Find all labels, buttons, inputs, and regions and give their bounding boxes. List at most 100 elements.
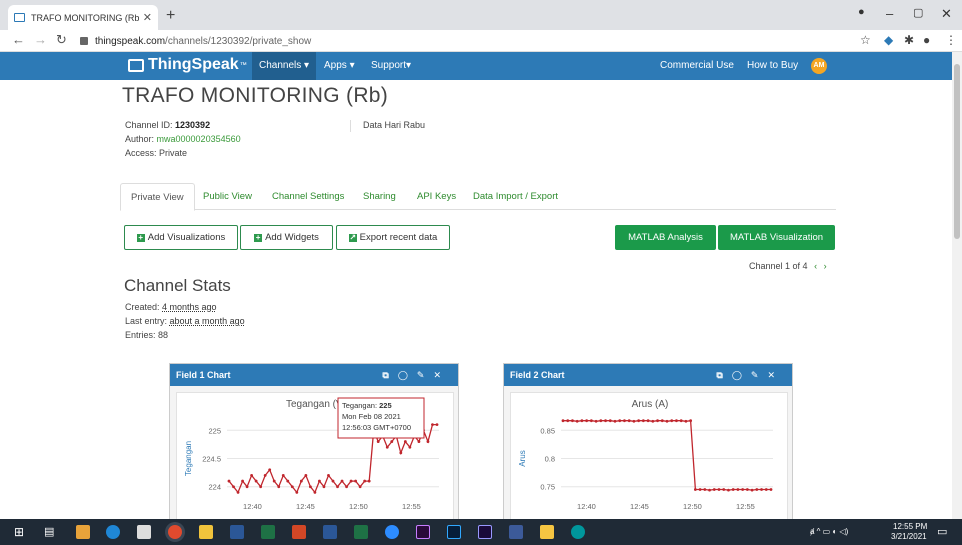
zoom-icon[interactable] (385, 525, 399, 539)
nav-commercial-use[interactable]: Commercial Use (653, 52, 741, 80)
nav-channels[interactable]: Channels ▾ (252, 52, 317, 80)
excel-icon[interactable] (261, 525, 275, 539)
y-tick-label: 224.5 (202, 455, 221, 464)
data-point (281, 474, 285, 477)
powerpoint-icon[interactable] (292, 525, 306, 539)
profile-icon[interactable]: ● (858, 6, 865, 18)
series-line (563, 419, 771, 491)
prev-channel-icon[interactable]: ‹ (814, 261, 817, 271)
data-point (376, 440, 380, 443)
store-icon[interactable] (76, 525, 90, 539)
close-tab-icon[interactable]: ✕ (143, 11, 152, 24)
tab-channel-settings[interactable]: Channel Settings (262, 183, 354, 210)
data-point (254, 479, 258, 483)
photoshop-icon[interactable] (447, 525, 461, 539)
new-tab-icon[interactable]: + (166, 7, 175, 25)
nav-support[interactable]: Support▾ (364, 52, 418, 80)
after-effects-icon[interactable] (478, 525, 492, 539)
field-2-chart-header: Field 2 Chart ⧉◯✎✕ (504, 364, 792, 386)
url-input[interactable]: thingspeak.com/channels/1230392/private_… (80, 32, 860, 50)
tab-sharing[interactable]: Sharing (353, 183, 406, 210)
taskbar-time: 12:55 PM (893, 522, 928, 531)
notifications-icon[interactable]: ▭ (937, 525, 947, 538)
channel-pager: Channel 1 of 4 ‹ › (749, 261, 827, 271)
word-icon[interactable] (230, 525, 244, 539)
data-point (608, 419, 612, 423)
browser-menu-icon[interactable]: ⋮ (945, 33, 957, 47)
profile-avatar-icon[interactable]: ● (923, 33, 930, 47)
tray-icons[interactable]: ⱥ ^ ▭ ◐ ◁) (810, 527, 848, 536)
window-close-icon[interactable]: ✕ (941, 6, 952, 22)
data-point (241, 479, 244, 483)
close-icon[interactable]: ✕ (433, 370, 450, 380)
tab-api-keys[interactable]: API Keys (407, 183, 466, 210)
export-recent-data-button[interactable]: ↗ Export recent data (336, 225, 450, 250)
lock-icon (80, 37, 88, 45)
extension-icon[interactable]: ◆ (884, 33, 893, 47)
matlab-analysis-button[interactable]: MATLAB Analysis (615, 225, 716, 250)
word-doc-icon[interactable] (323, 525, 337, 539)
field-2-line-chart: Arus (A) Arus 0.85 0.8 0.75 12:40 12:45 12:50 12… (518, 399, 773, 511)
excel-doc-icon[interactable] (354, 525, 368, 539)
tab-data-import-export[interactable]: Data Import / Export (463, 183, 568, 210)
scrollbar-thumb[interactable] (954, 64, 960, 239)
bookmark-star-icon[interactable]: ☆ (860, 33, 871, 47)
data-point (651, 419, 655, 423)
x-tick-label: 12:55 (736, 502, 755, 511)
open-window-icon[interactable]: ⧉ (382, 370, 397, 380)
data-point (290, 485, 294, 489)
edge-icon[interactable] (106, 525, 120, 539)
field-1-chart-area: Tegangan (V) Tegangan 225 224.5 224 12:40 12:4… (176, 392, 454, 522)
data-point (349, 479, 353, 483)
matlab-visualization-button[interactable]: MATLAB Visualization (718, 225, 835, 250)
data-point (585, 419, 589, 423)
data-point (363, 479, 367, 483)
add-widgets-button[interactable]: + Add Widgets (240, 225, 333, 250)
next-channel-icon[interactable]: › (824, 261, 827, 271)
export-icon: ↗ (348, 232, 357, 242)
data-point (604, 419, 607, 423)
data-point (698, 488, 702, 491)
app-icon[interactable] (509, 525, 523, 539)
data-point (566, 419, 570, 423)
sticky-notes-icon[interactable] (540, 525, 554, 539)
comment-icon[interactable]: ◯ (732, 370, 751, 380)
forward-icon[interactable]: → (34, 32, 47, 47)
nav-apps[interactable]: Apps ▾ (317, 52, 362, 80)
minimize-icon[interactable]: – (886, 6, 893, 21)
maximize-icon[interactable]: ▢ (913, 6, 923, 19)
browser-tab[interactable]: TRAFO MONITORING (Rb) - Thin ✕ (8, 5, 158, 30)
windows-start-icon[interactable]: ⊞ (14, 525, 24, 539)
edit-pencil-icon[interactable]: ✎ (417, 370, 434, 380)
premiere-icon[interactable] (416, 525, 430, 539)
data-point (426, 440, 430, 443)
reload-icon[interactable]: ↻ (56, 32, 67, 48)
tab-public-view[interactable]: Public View (193, 183, 262, 210)
add-visualizations-button[interactable]: + Add Visualizations (124, 225, 238, 250)
close-icon[interactable]: ✕ (767, 370, 784, 380)
export-label: Export recent data (359, 232, 438, 243)
data-point (637, 419, 641, 423)
data-point (712, 488, 716, 491)
tooltip-time: 12:56:03 GMT+0700 (342, 423, 411, 432)
extensions-puzzle-icon[interactable]: ✱ (904, 33, 914, 47)
file-explorer-icon[interactable] (199, 525, 213, 539)
nav-how-to-buy[interactable]: How to Buy (740, 52, 805, 80)
open-window-icon[interactable]: ⧉ (716, 370, 731, 380)
author-link[interactable]: mwa0000020354560 (157, 134, 241, 144)
arduino-icon[interactable] (571, 525, 585, 539)
data-point (259, 485, 263, 489)
last-entry-value: about a month ago (169, 316, 245, 326)
mail-icon[interactable] (137, 525, 151, 539)
user-avatar[interactable]: AM (811, 58, 827, 74)
chrome-icon[interactable] (168, 525, 182, 539)
task-view-icon[interactable]: ▤ (44, 525, 54, 538)
x-tick-label: 12:50 (683, 502, 702, 511)
tab-private-view[interactable]: Private View (120, 183, 195, 211)
comment-icon[interactable]: ◯ (398, 370, 417, 380)
data-point (764, 488, 768, 491)
back-icon[interactable]: ← (12, 32, 25, 47)
data-point (623, 419, 626, 423)
thingspeak-logo[interactable]: ThingSpeak ™ (128, 56, 247, 74)
edit-pencil-icon[interactable]: ✎ (751, 370, 768, 380)
